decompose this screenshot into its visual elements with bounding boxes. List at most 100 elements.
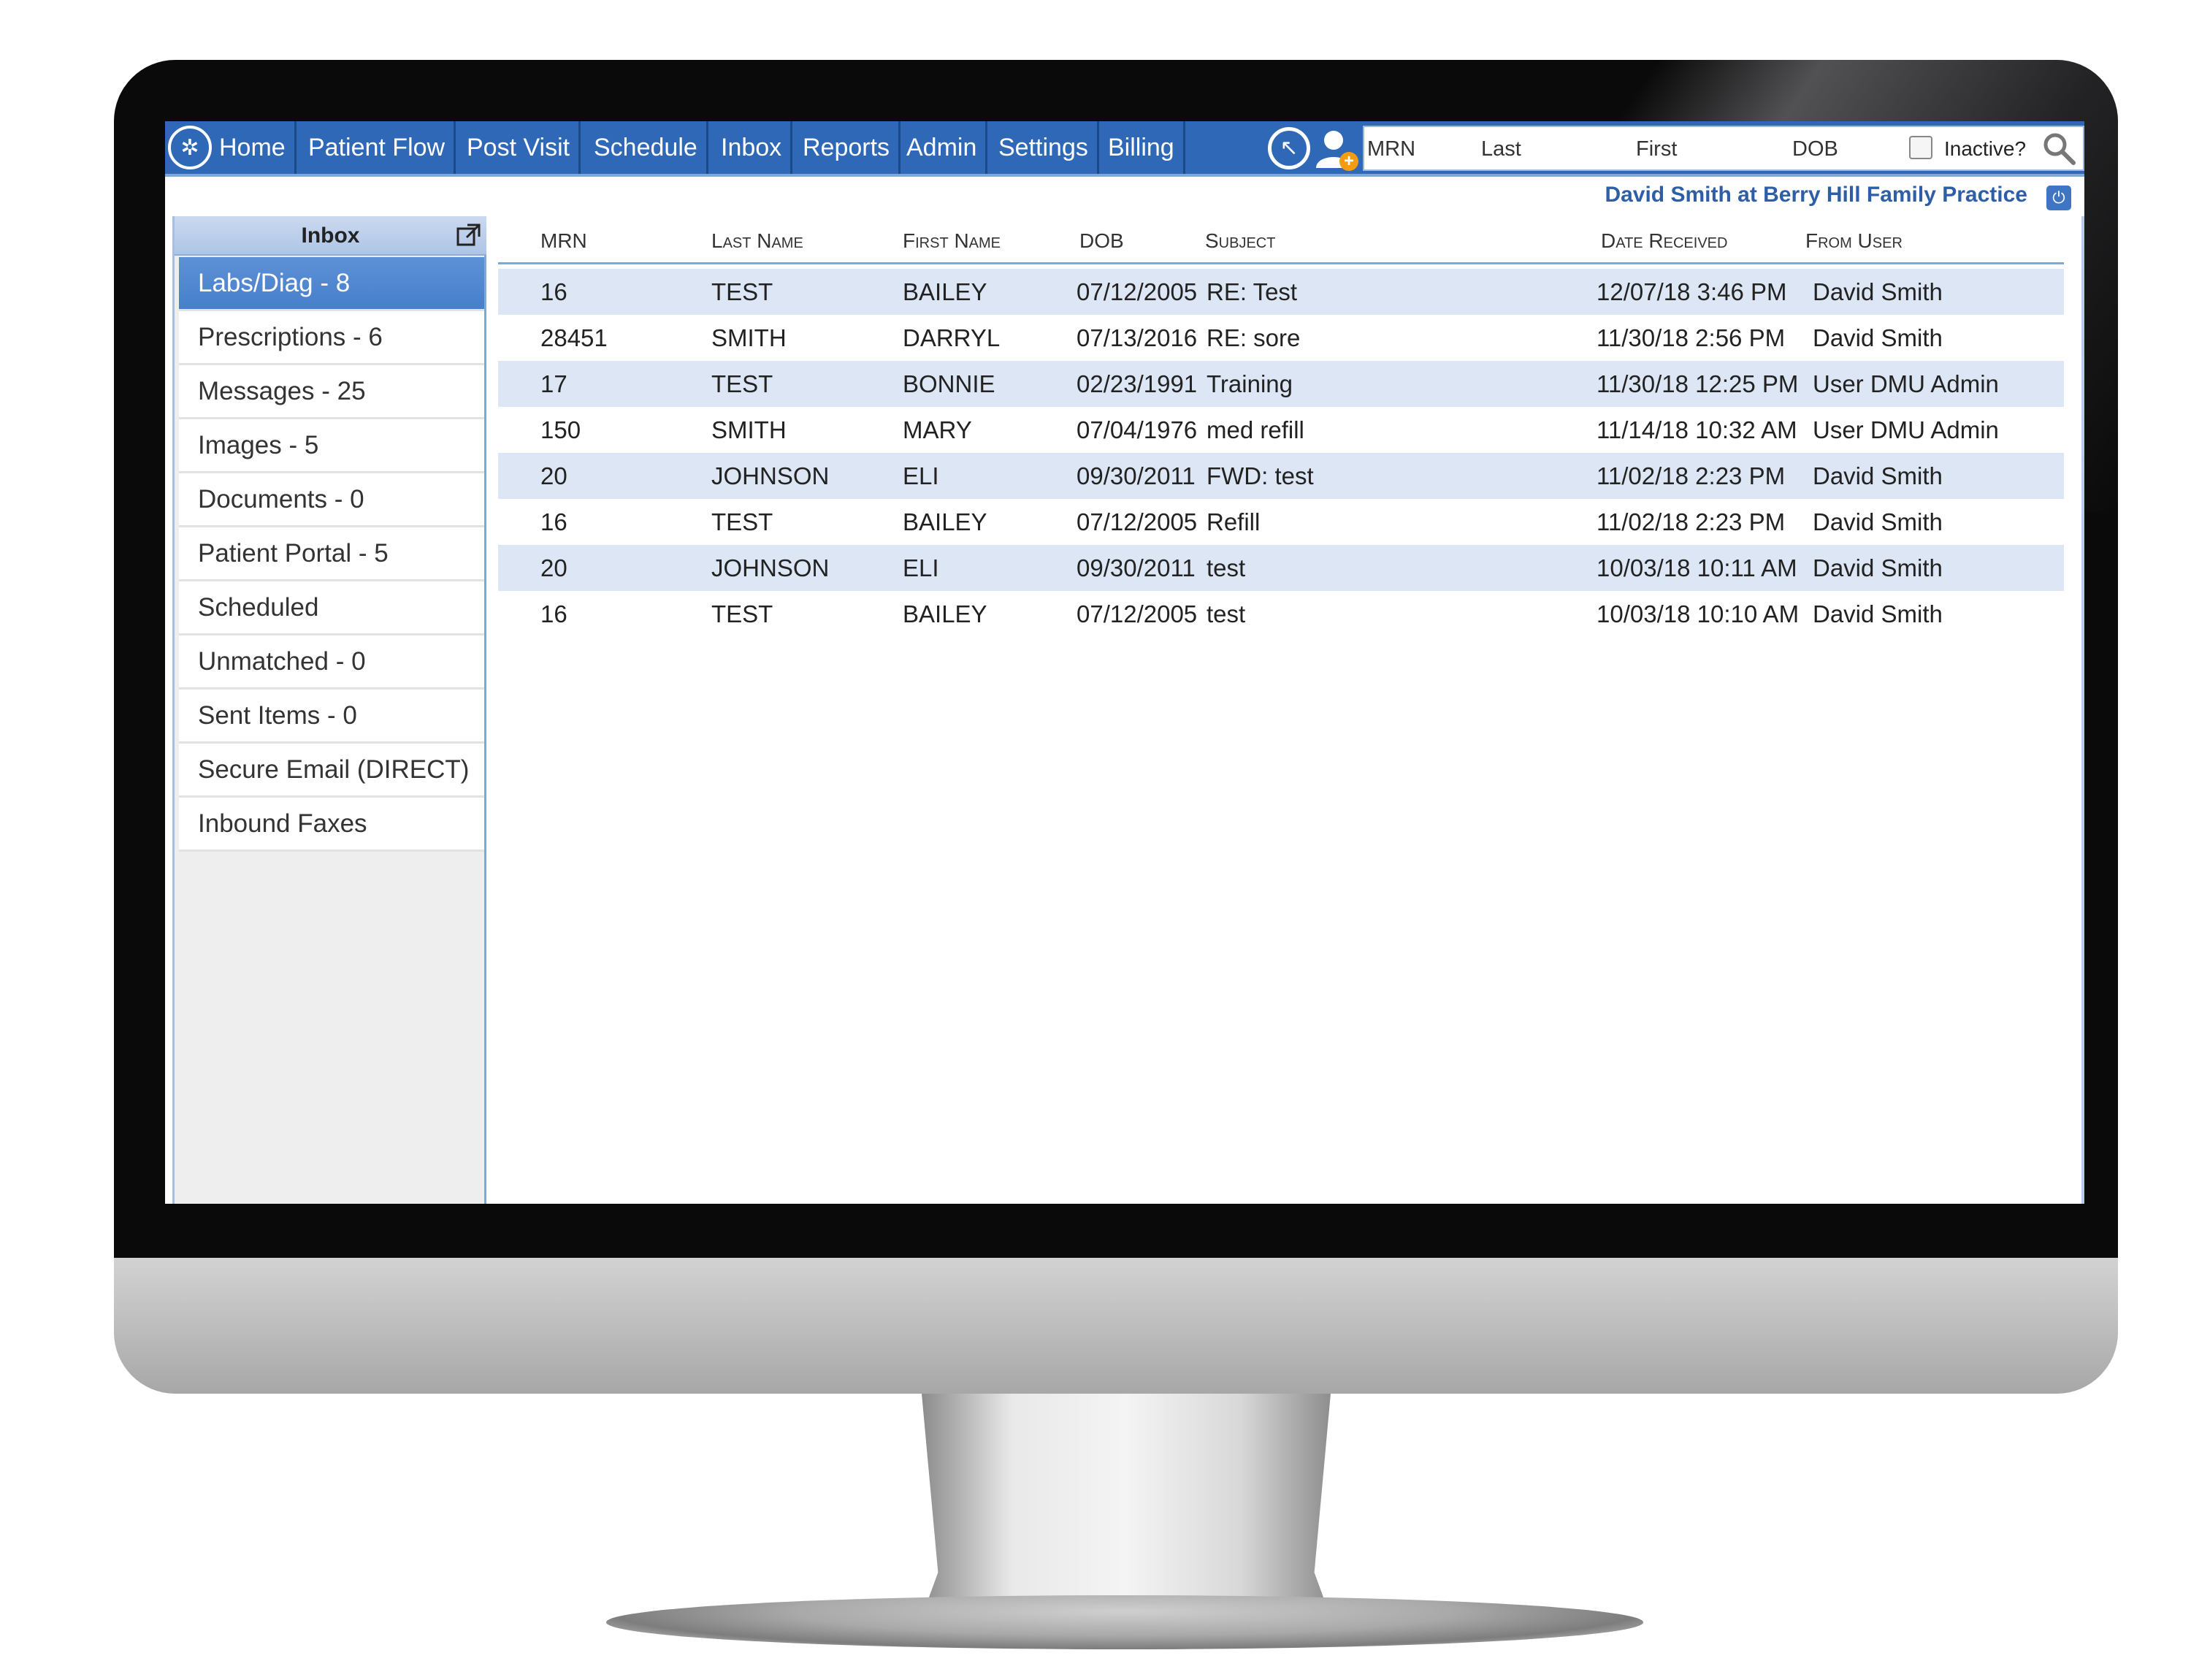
sidebar-item-secure-email[interactable]: Secure Email (DIRECT)	[179, 744, 484, 798]
plus-icon: +	[1339, 152, 1358, 171]
table-row[interactable]: 16 TEST BAILEY 07/12/2005 test 10/03/18 10:10…	[498, 591, 2064, 637]
cell-first-name: BAILEY	[903, 278, 987, 305]
sidebar-item-prescriptions[interactable]: Prescriptions - 6	[179, 311, 484, 365]
nav-post-visit[interactable]: Post Visit	[458, 121, 581, 174]
nav-home[interactable]: Home	[210, 121, 297, 174]
user-info-bar: David Smith at Berry Hill Family Practic…	[165, 174, 2084, 215]
patient-search-bar: Inactive?	[1363, 126, 2084, 171]
sidebar-item-images[interactable]: Images - 5	[179, 419, 484, 473]
cell-first-name: ELI	[903, 462, 939, 489]
cell-last-name: JOHNSON	[711, 462, 830, 489]
table-row[interactable]: 17 TEST BONNIE 02/23/1991 Training 11/30/18 1…	[498, 361, 2064, 407]
sidebar-item-labs-diag[interactable]: Labs/Diag - 8	[179, 257, 484, 311]
cell-subject: Refill	[1207, 508, 1261, 535]
cell-dob: 07/04/1976	[1077, 416, 1198, 443]
monitor-stand-base	[606, 1595, 1643, 1649]
table-row[interactable]: 28451 SMITH DARRYL 07/13/2016 RE: sore 11/30/…	[498, 315, 2064, 361]
sidebar-item-unmatched[interactable]: Unmatched - 0	[179, 635, 484, 690]
cell-dob: 02/23/1991	[1077, 370, 1198, 397]
inbox-sidebar: Inbox Labs/Diag - 8 Prescriptions - 6 Me…	[172, 216, 486, 1204]
column-header-dob[interactable]: DOB	[1079, 229, 1124, 253]
cell-date-received: 11/14/18 10:32 AM	[1597, 416, 1797, 443]
cell-dob: 09/30/2011	[1077, 462, 1196, 489]
table-row[interactable]: 20 JOHNSON ELI 09/30/2011 test 10/03/18 10:11…	[498, 545, 2064, 591]
cell-dob: 09/30/2011	[1077, 554, 1196, 581]
cell-from-user: User DMU Admin	[1813, 370, 1999, 397]
column-header-subject[interactable]: Subject	[1205, 229, 1275, 253]
cell-dob: 07/12/2005	[1077, 278, 1198, 305]
column-header-mrn[interactable]: MRN	[540, 229, 587, 253]
add-patient-icon[interactable]: +	[1313, 127, 1358, 171]
sidebar-title-label: Inbox	[301, 224, 360, 248]
cell-dob: 07/12/2005	[1077, 508, 1198, 535]
cell-mrn: 16	[540, 508, 567, 535]
app-logo-icon[interactable]: ✲	[168, 126, 212, 169]
column-header-from-user[interactable]: From User	[1805, 229, 1903, 253]
table-row[interactable]: 16 TEST BAILEY 07/12/2005 Refill 11/02/18 2:2…	[498, 499, 2064, 545]
first-name-search-input[interactable]	[1636, 133, 1782, 165]
cell-date-received: 11/02/18 2:23 PM	[1597, 462, 1786, 489]
top-navbar: ✲ Home Patient Flow Post Visit Schedule …	[165, 121, 2084, 174]
cell-mrn: 17	[540, 370, 567, 397]
cell-date-received: 11/02/18 2:23 PM	[1597, 508, 1786, 535]
cell-mrn: 16	[540, 278, 567, 305]
column-header-first-name[interactable]: First Name	[903, 229, 1001, 253]
cell-mrn: 20	[540, 554, 567, 581]
table-row[interactable]: 16 TEST BAILEY 07/12/2005 RE: Test 12/07/18 3…	[498, 269, 2064, 315]
popout-icon[interactable]	[456, 222, 482, 248]
cell-subject: Training	[1207, 370, 1293, 397]
monitor-chin	[114, 1258, 2118, 1394]
nav-reports[interactable]: Reports	[794, 121, 901, 174]
cell-mrn: 28451	[540, 324, 608, 351]
sidebar-item-inbound-faxes[interactable]: Inbound Faxes	[179, 798, 484, 852]
user-practice-label: David Smith at Berry Hill Family Practic…	[1605, 183, 2027, 207]
sidebar-title: Inbox	[175, 216, 486, 256]
cell-last-name: TEST	[711, 600, 773, 627]
power-icon[interactable]: ⏻	[2046, 186, 2071, 210]
monitor-stand	[922, 1394, 1331, 1617]
dashboard-gauge-icon[interactable]: ↖	[1268, 127, 1310, 169]
nav-patient-flow[interactable]: Patient Flow	[299, 121, 456, 174]
cell-from-user: David Smith	[1813, 462, 1943, 489]
nav-admin[interactable]: Admin	[898, 121, 988, 174]
column-header-date-received[interactable]: Date Received	[1601, 229, 1727, 253]
cell-mrn: 150	[540, 416, 581, 443]
cell-from-user: User DMU Admin	[1813, 416, 1999, 443]
cell-subject: test	[1207, 554, 1246, 581]
inbox-folder-list: Labs/Diag - 8 Prescriptions - 6 Messages…	[179, 257, 484, 852]
nav-inbox[interactable]: Inbox	[712, 121, 793, 174]
cell-last-name: JOHNSON	[711, 554, 830, 581]
cell-subject: med refill	[1207, 416, 1304, 443]
inactive-label: Inactive?	[1944, 137, 2027, 160]
cell-date-received: 10/03/18 10:10 AM	[1597, 600, 1800, 627]
sidebar-item-scheduled[interactable]: Scheduled	[179, 581, 484, 635]
cell-mrn: 16	[540, 600, 567, 627]
cell-dob: 07/13/2016	[1077, 324, 1198, 351]
sidebar-item-messages[interactable]: Messages - 25	[179, 365, 484, 419]
sidebar-item-documents[interactable]: Documents - 0	[179, 473, 484, 527]
cell-date-received: 11/30/18 12:25 PM	[1597, 370, 1799, 397]
cell-subject: FWD: test	[1207, 462, 1314, 489]
cell-last-name: TEST	[711, 508, 773, 535]
search-icon[interactable]	[2041, 130, 2077, 167]
cell-from-user: David Smith	[1813, 600, 1943, 627]
column-header-last-name[interactable]: Last Name	[711, 229, 803, 253]
sidebar-item-sent-items[interactable]: Sent Items - 0	[179, 690, 484, 744]
cell-first-name: BAILEY	[903, 508, 987, 535]
nav-schedule[interactable]: Schedule	[585, 121, 708, 174]
cell-first-name: MARY	[903, 416, 972, 443]
table-row[interactable]: 20 JOHNSON ELI 09/30/2011 FWD: test 11/02/18 …	[498, 453, 2064, 499]
cell-from-user: David Smith	[1813, 324, 1943, 351]
nav-billing[interactable]: Billing	[1099, 121, 1185, 174]
cell-first-name: DARRYL	[903, 324, 1001, 351]
sidebar-item-patient-portal[interactable]: Patient Portal - 5	[179, 527, 484, 581]
inactive-checkbox[interactable]	[1909, 136, 1932, 159]
mrn-search-input[interactable]	[1367, 133, 1469, 165]
cell-date-received: 11/30/18 2:56 PM	[1597, 324, 1786, 351]
last-name-search-input[interactable]	[1481, 133, 1627, 165]
table-row[interactable]: 150 SMITH MARY 07/04/1976 med refill 11/14/18…	[498, 407, 2064, 453]
cell-last-name: SMITH	[711, 324, 787, 351]
cell-last-name: TEST	[711, 278, 773, 305]
dob-search-input[interactable]	[1792, 133, 1902, 165]
nav-settings[interactable]: Settings	[990, 121, 1099, 174]
